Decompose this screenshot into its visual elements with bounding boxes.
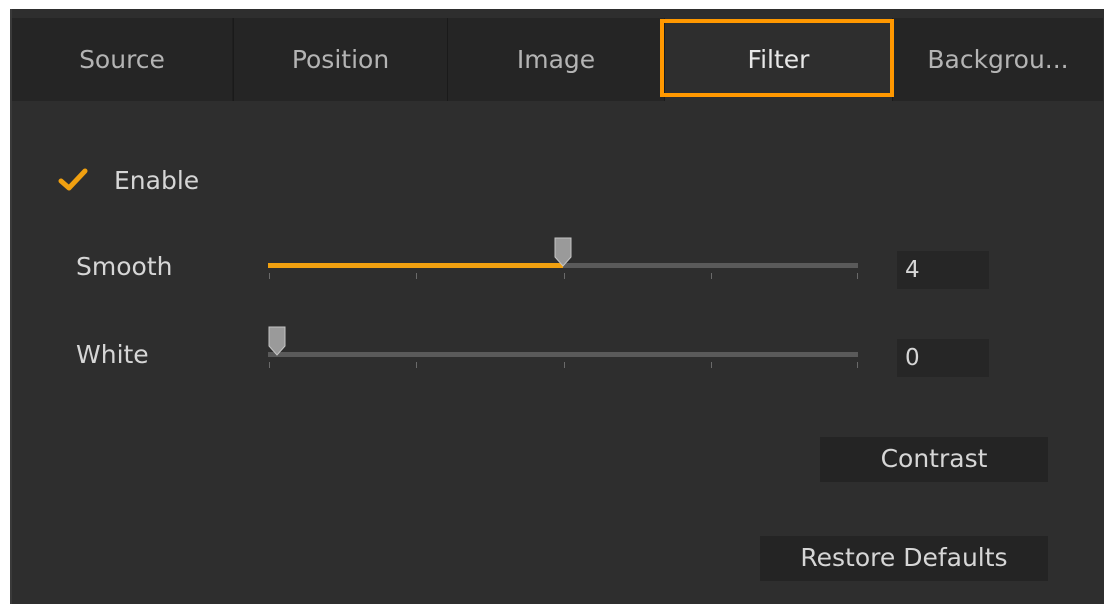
white-track <box>268 352 858 357</box>
white-label: White <box>76 340 149 369</box>
tab-source[interactable]: Source <box>12 18 232 101</box>
smooth-label: Smooth <box>76 252 173 281</box>
smooth-tick <box>564 273 565 279</box>
white-slider[interactable] <box>268 326 860 375</box>
smooth-tick <box>711 273 712 279</box>
tab-position[interactable]: Position <box>233 18 447 101</box>
restore-defaults-button[interactable]: Restore Defaults <box>760 536 1048 581</box>
smooth-tick <box>416 273 417 279</box>
smooth-slider-thumb[interactable] <box>554 237 572 267</box>
white-tick <box>711 362 712 368</box>
contrast-button[interactable]: Contrast <box>820 437 1048 482</box>
tab-bar: Source Position Image Filter Backgrou... <box>12 18 1103 101</box>
tab-background[interactable]: Backgrou... <box>892 18 1103 101</box>
white-tick <box>269 362 270 368</box>
smooth-slider[interactable] <box>268 237 860 286</box>
smooth-value-field[interactable]: 4 <box>897 251 989 289</box>
filter-panel: Source Position Image Filter Backgrou... <box>10 9 1104 604</box>
white-tick <box>564 362 565 368</box>
white-tick <box>857 362 858 368</box>
enable-label: Enable <box>114 165 200 195</box>
white-tick <box>416 362 417 368</box>
enable-checkbox[interactable]: Enable <box>58 160 199 200</box>
checkmark-icon <box>58 168 88 191</box>
tab-filter[interactable]: Filter <box>664 18 892 101</box>
tab-image[interactable]: Image <box>447 18 664 101</box>
white-value-field[interactable]: 0 <box>897 339 989 377</box>
smooth-fill <box>268 263 563 268</box>
smooth-tick <box>857 273 858 279</box>
smooth-tick <box>269 273 270 279</box>
white-slider-thumb[interactable] <box>268 326 286 356</box>
